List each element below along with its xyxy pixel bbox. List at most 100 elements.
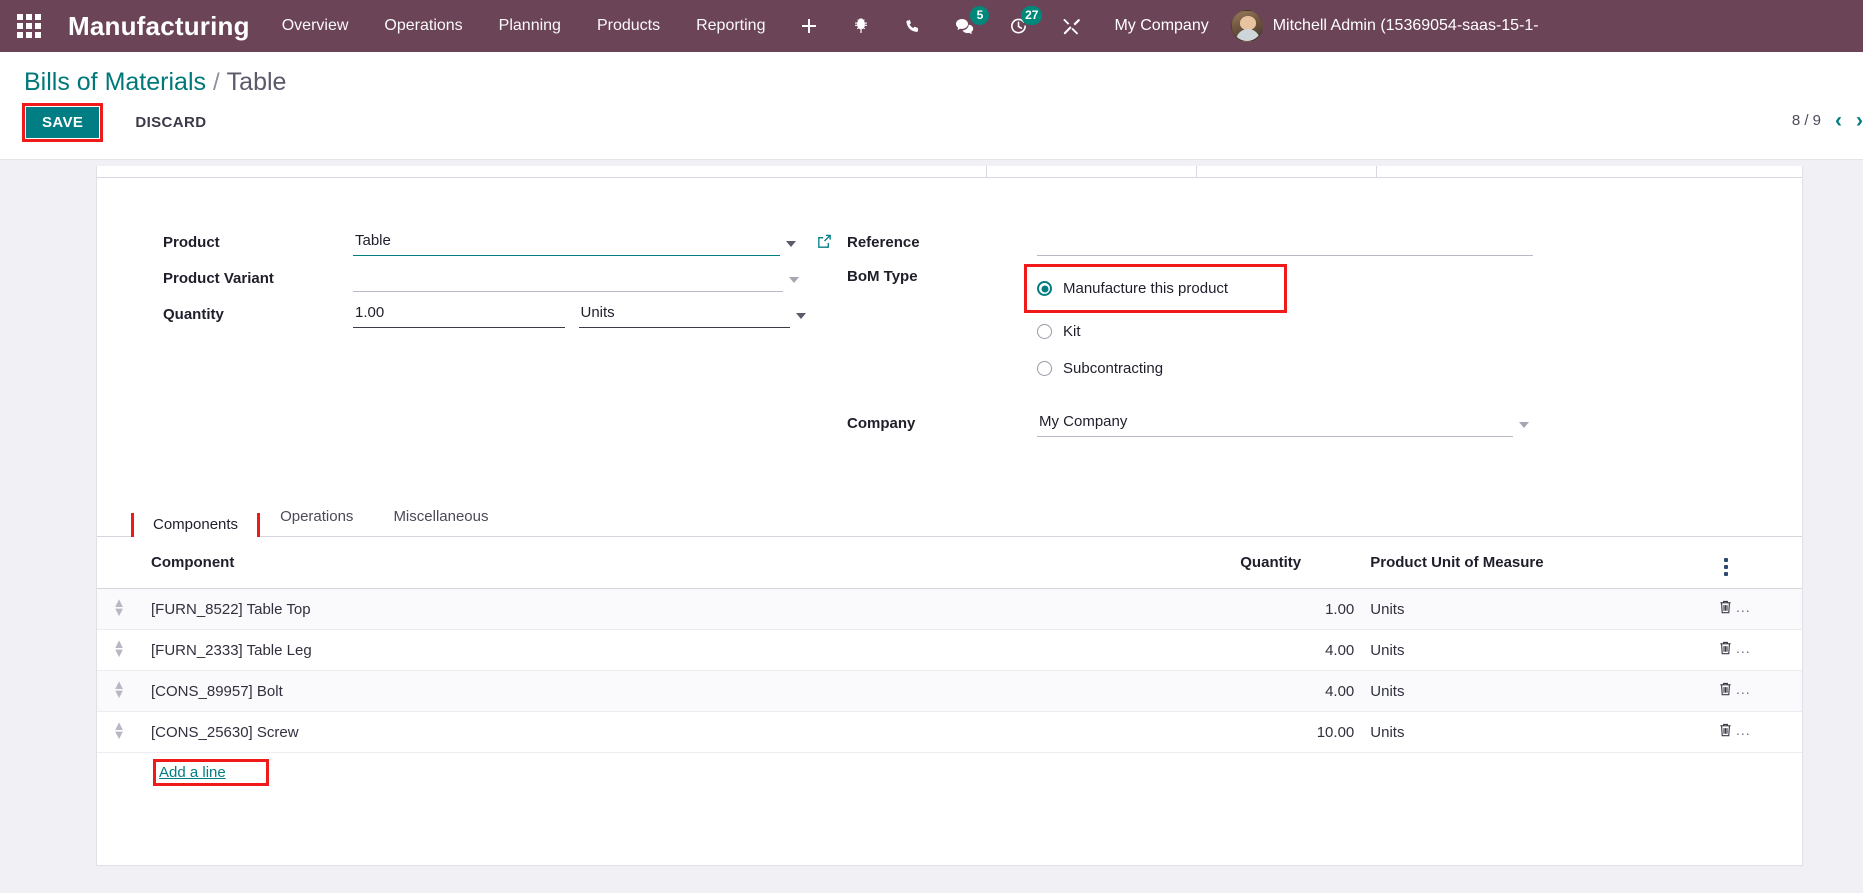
- discard-button[interactable]: DISCARD: [121, 106, 220, 139]
- pager-next-button[interactable]: ›: [1856, 110, 1863, 131]
- field-quantity: Quantity 1.00 Units: [163, 292, 833, 328]
- chevron-down-icon[interactable]: [786, 241, 796, 247]
- app-brand-title[interactable]: Manufacturing: [68, 11, 250, 42]
- smart-button-slot-4[interactable]: [1377, 166, 1802, 178]
- table-row[interactable]: ▲ ▼ [CONS_25630] Screw 10.00 Units ...: [97, 711, 1802, 753]
- user-menu[interactable]: Mitchell Admin (15369054-saas-15-1-: [1225, 10, 1549, 42]
- tab-operations[interactable]: Operations: [260, 495, 373, 537]
- row-overflow-dots[interactable]: ...: [1736, 722, 1751, 738]
- row-delete-button[interactable]: ...: [1710, 670, 1802, 712]
- row-delete-button[interactable]: ...: [1710, 629, 1802, 671]
- chevron-down-icon[interactable]: [789, 277, 799, 283]
- field-product-label: Product: [163, 234, 220, 251]
- breadcrumb-root-link[interactable]: Bills of Materials: [24, 68, 206, 97]
- product-variant-input[interactable]: [353, 268, 783, 292]
- trash-icon[interactable]: ...: [1718, 640, 1751, 656]
- row-overflow-dots[interactable]: ...: [1736, 599, 1751, 615]
- tab-components[interactable]: Components: [134, 504, 258, 545]
- control-panel: Bills of Materials / Table SAVE DISCARD …: [0, 52, 1863, 160]
- trash-icon[interactable]: ...: [1718, 681, 1751, 697]
- avatar: [1230, 10, 1263, 42]
- smart-button-slot-3[interactable]: [1197, 166, 1377, 178]
- drag-handle-icon[interactable]: ▲ ▼: [113, 637, 126, 659]
- field-quantity-label: Quantity: [163, 306, 224, 323]
- activity-clock-icon[interactable]: 27: [992, 0, 1045, 52]
- add-line-handle-spacer: [97, 752, 141, 796]
- uom-input[interactable]: Units: [578, 301, 790, 328]
- cell-quantity[interactable]: 10.00: [1232, 711, 1363, 753]
- drag-handle-icon[interactable]: ▲ ▼: [113, 719, 126, 741]
- save-button-highlight: SAVE: [22, 103, 104, 142]
- trash-icon[interactable]: ...: [1718, 599, 1751, 615]
- phone-icon[interactable]: [887, 0, 938, 52]
- trash-icon[interactable]: ...: [1718, 722, 1751, 738]
- vertical-dots-icon[interactable]: [1718, 558, 1734, 576]
- drag-handle-icon[interactable]: ▲ ▼: [113, 596, 126, 618]
- tab-miscellaneous[interactable]: Miscellaneous: [373, 495, 508, 537]
- company-switcher[interactable]: My Company: [1098, 17, 1224, 35]
- cell-uom[interactable]: Units: [1362, 711, 1613, 753]
- apps-grid-icon[interactable]: [8, 0, 50, 52]
- cell-quantity[interactable]: 1.00: [1232, 588, 1363, 630]
- radio-kit[interactable]: Kit: [1037, 313, 1533, 350]
- user-name-label: Mitchell Admin (15369054-saas-15-1-: [1272, 17, 1539, 34]
- company-input[interactable]: My Company: [1037, 410, 1513, 437]
- nav-menu-overview[interactable]: Overview: [264, 0, 367, 52]
- field-product: Product Table: [163, 220, 833, 256]
- field-reference-label: Reference: [847, 234, 920, 251]
- row-overflow-dots[interactable]: ...: [1736, 681, 1751, 697]
- notebook: Components Operations Miscellaneous Comp…: [97, 495, 1802, 796]
- row-drag-handle[interactable]: ▲ ▼: [97, 629, 141, 671]
- form-column-left: Product Table Product Variant Quantity 1…: [133, 220, 833, 437]
- pager-counter: 8 / 9: [1791, 112, 1821, 129]
- bug-icon[interactable]: [835, 0, 887, 52]
- reference-input[interactable]: [1037, 232, 1533, 256]
- cell-quantity[interactable]: 4.00: [1232, 629, 1363, 671]
- quantity-input[interactable]: 1.00: [353, 301, 565, 328]
- radio-selected-icon: [1037, 281, 1052, 296]
- chevron-down-icon[interactable]: [1519, 422, 1529, 428]
- save-button[interactable]: SAVE: [26, 107, 100, 138]
- row-delete-button[interactable]: ...: [1710, 711, 1802, 753]
- cell-uom[interactable]: Units: [1362, 588, 1613, 630]
- nav-menu-products[interactable]: Products: [579, 0, 678, 52]
- cell-uom[interactable]: Units: [1362, 670, 1613, 712]
- cell-uom[interactable]: Units: [1362, 629, 1613, 671]
- radio-subcontracting[interactable]: Subcontracting: [1037, 350, 1533, 387]
- row-drag-handle[interactable]: ▲ ▼: [97, 670, 141, 712]
- cell-component[interactable]: [FURN_8522] Table Top: [141, 588, 1233, 630]
- tools-icon[interactable]: [1045, 0, 1098, 52]
- nav-menu-reporting[interactable]: Reporting: [678, 0, 783, 52]
- radio-manufacture-this-product[interactable]: Manufacture this product: [1037, 270, 1228, 307]
- cell-component[interactable]: [CONS_25630] Screw: [141, 711, 1233, 753]
- field-company-label: Company: [847, 415, 916, 432]
- row-overflow-dots[interactable]: ...: [1736, 640, 1751, 656]
- nav-menu-operations[interactable]: Operations: [366, 0, 480, 52]
- external-link-icon[interactable]: [816, 233, 833, 250]
- table-row[interactable]: ▲ ▼ [FURN_2333] Table Leg 4.00 Units ...: [97, 629, 1802, 671]
- cell-component[interactable]: [FURN_2333] Table Leg: [141, 629, 1233, 671]
- cell-component[interactable]: [CONS_89957] Bolt: [141, 670, 1233, 712]
- top-navbar: Manufacturing Overview Operations Planni…: [0, 0, 1863, 52]
- messages-badge: 5: [970, 6, 990, 25]
- add-line-row: Add a line: [97, 752, 1802, 796]
- header-component: Component: [141, 537, 1233, 589]
- nav-menu-planning[interactable]: Planning: [481, 0, 579, 52]
- plus-icon[interactable]: [783, 0, 835, 52]
- drag-handle-icon[interactable]: ▲ ▼: [113, 678, 126, 700]
- row-drag-handle[interactable]: ▲ ▼: [97, 711, 141, 753]
- cell-quantity[interactable]: 4.00: [1232, 670, 1363, 712]
- smart-button-slot-2[interactable]: [987, 166, 1197, 178]
- row-drag-handle[interactable]: ▲ ▼: [97, 588, 141, 630]
- optional-columns-button[interactable]: [1710, 537, 1802, 589]
- row-delete-button[interactable]: ...: [1710, 588, 1802, 630]
- pager-previous-button[interactable]: ‹: [1835, 110, 1842, 131]
- table-row[interactable]: ▲ ▼ [CONS_89957] Bolt 4.00 Units ...: [97, 670, 1802, 712]
- messages-icon[interactable]: 5: [938, 0, 992, 52]
- table-row[interactable]: ▲ ▼ [FURN_8522] Table Top 1.00 Units ...: [97, 588, 1802, 630]
- add-a-line-link[interactable]: Add a line: [159, 764, 226, 781]
- chevron-down-icon[interactable]: [796, 313, 806, 319]
- smart-button-slot-1[interactable]: [97, 166, 987, 178]
- table-header-row: Component Quantity Product Unit of Measu…: [97, 537, 1802, 589]
- product-input[interactable]: Table: [353, 229, 780, 256]
